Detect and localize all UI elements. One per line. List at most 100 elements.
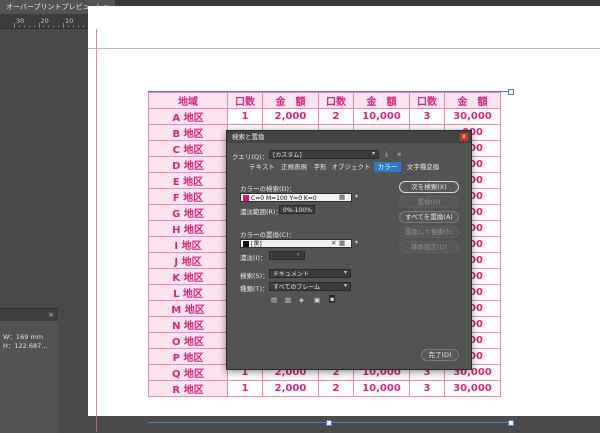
ruler-minor-tick [43,25,45,28]
region-cell[interactable]: C 地区 [148,140,228,157]
table-header-cell[interactable]: 口数 [318,92,354,109]
ruler-minor-tick [28,25,30,28]
region-cell[interactable]: O 地区 [148,332,228,349]
ruler-tick-mark [63,23,64,28]
query-label: クエリ(Q)： [232,153,269,161]
chevron-down-icon[interactable]: ▾ [355,193,358,200]
find-next-button[interactable]: 次を検索(X) [399,181,459,193]
tint-field[interactable] [269,251,305,260]
table-cell[interactable]: 30,000 [444,108,501,125]
table-cell[interactable]: 1 [227,108,263,125]
save-query-icon[interactable]: ⤓ [385,150,388,159]
region-cell[interactable]: H 地区 [148,220,228,237]
table-cell[interactable]: 2,000 [262,108,319,125]
chevron-down-icon: ▾ [372,150,376,157]
fewer-options-button[interactable]: 基本設定(O) [399,241,459,253]
region-cell[interactable]: L 地区 [148,284,228,301]
find-color-value: C=0 M=100 Y=0 K=0 [251,195,317,202]
margin-guide-vertical [96,29,97,432]
dialog-close-icon[interactable]: x [460,133,468,141]
region-cell[interactable]: R 地区 [148,380,228,397]
type-value: すべてのフレーム [273,284,321,291]
region-cell[interactable]: B 地区 [148,124,228,141]
color-swatch [243,241,249,247]
region-cell[interactable]: E 地区 [148,172,228,189]
table-cell[interactable]: 1 [227,380,263,397]
table-cell[interactable]: 2 [318,108,354,125]
table-cell[interactable]: 2,000 [262,380,319,397]
selection-handle[interactable] [508,420,514,426]
include-locked-stories-icon[interactable]: ▥ [285,296,291,304]
query-select[interactable]: [カスタム] [269,150,379,159]
include-locked-layers-icon[interactable]: ▤ [271,296,277,304]
done-button[interactable]: 完了(D) [421,349,459,361]
tint-range-label: 濃淡範囲(R)： [240,208,283,216]
region-cell[interactable]: Q 地区 [148,364,228,381]
chevron-down-icon[interactable]: ▾ [355,239,358,246]
include-hidden-layers-icon[interactable]: ◈ [299,296,304,304]
tab-text[interactable]: テキスト [247,162,277,172]
table-header-cell[interactable]: 口数 [227,92,263,109]
table-header-cell[interactable]: 金 額 [353,92,410,109]
height-readout: H：122.687... [3,342,48,350]
region-cell[interactable]: N 地区 [148,316,228,333]
search-scope-label: 検索(S)： [240,272,269,280]
swatch-type-icon: ▦ [339,239,346,247]
region-cell[interactable]: F 地区 [148,188,228,205]
tab-object[interactable]: オブジェクト [331,162,371,172]
region-cell[interactable]: I 地区 [148,236,228,253]
region-cell[interactable]: J 地区 [148,252,228,269]
search-scope-select[interactable]: ドキュメント [269,269,351,278]
ruler-minor-tick [58,25,60,28]
table-cell[interactable]: 30,000 [444,380,501,397]
table-cell[interactable]: 10,000 [353,108,410,125]
region-cell[interactable]: P 地区 [148,348,228,365]
ruler-minor-tick [23,25,25,28]
ruler-tick-mark [38,23,40,28]
table-cell[interactable]: 3 [409,108,445,125]
region-cell[interactable]: A 地区 [148,108,228,125]
table-cell[interactable]: 3 [409,380,445,397]
ruler-minor-tick [33,25,35,28]
registration-icon: ✕ [331,239,337,247]
include-master-pages-icon[interactable]: ▣ [314,296,320,304]
region-cell[interactable]: G 地区 [148,204,228,221]
table-header-cell[interactable]: 口数 [409,92,445,109]
delete-query-icon[interactable]: ▪ [397,150,401,158]
ruler-minor-tick [53,25,55,28]
table-cell[interactable]: 2 [318,380,354,397]
change-button[interactable]: 置換(H) [399,196,459,208]
region-cell[interactable]: K 地区 [148,268,228,285]
change-all-button[interactable]: すべてを置換(A) [399,211,459,223]
region-cell[interactable]: D 地区 [148,156,228,173]
table-header-cell[interactable]: 金 額 [444,92,501,109]
tab-color[interactable]: カラー [374,162,401,172]
tab-grep[interactable]: 正規表現 [279,162,309,172]
tint-label: 濃淡(I)： [240,254,267,262]
chevron-down-icon: ▾ [344,282,348,289]
selection-handle[interactable] [508,89,514,95]
ruler-minor-tick [48,25,50,28]
search-scope-value: ドキュメント [273,271,310,278]
transform-panel: × W：169 mm H：122.687... [0,308,58,433]
region-cell[interactable]: M 地区 [148,300,228,317]
margin-guide-horizontal [88,48,600,49]
table-cell[interactable]: 10,000 [353,380,410,397]
change-find-button[interactable]: 置換して検索(E) [399,226,459,238]
dialog-title[interactable]: 検索と置換 [227,131,471,143]
chevron-right-icon[interactable]: › [297,251,299,258]
close-panel-icon[interactable]: × [48,309,54,321]
ruler-minor-tick [82,25,84,28]
selection-handle[interactable] [326,420,332,426]
find-color-field[interactable]: C=0 M=100 Y=0 K=0 [240,193,352,202]
panel-header[interactable]: × [0,309,58,321]
tint-range-field[interactable]: 0%-100% [279,205,315,214]
include-footnotes-icon[interactable]: ▪ [329,295,336,303]
tab-transliterate[interactable]: 文字種変換 [404,162,442,172]
table-header-cell[interactable]: 金 額 [262,92,319,109]
chevron-down-icon: ▾ [344,269,348,276]
tab-glyph[interactable]: 字形 [311,162,329,172]
table-row: A 地区 1 2,000 2 10,000 3 30,000 [148,108,501,125]
type-select[interactable]: すべてのフレーム [269,282,351,291]
table-header-cell[interactable]: 地域 [148,92,228,109]
